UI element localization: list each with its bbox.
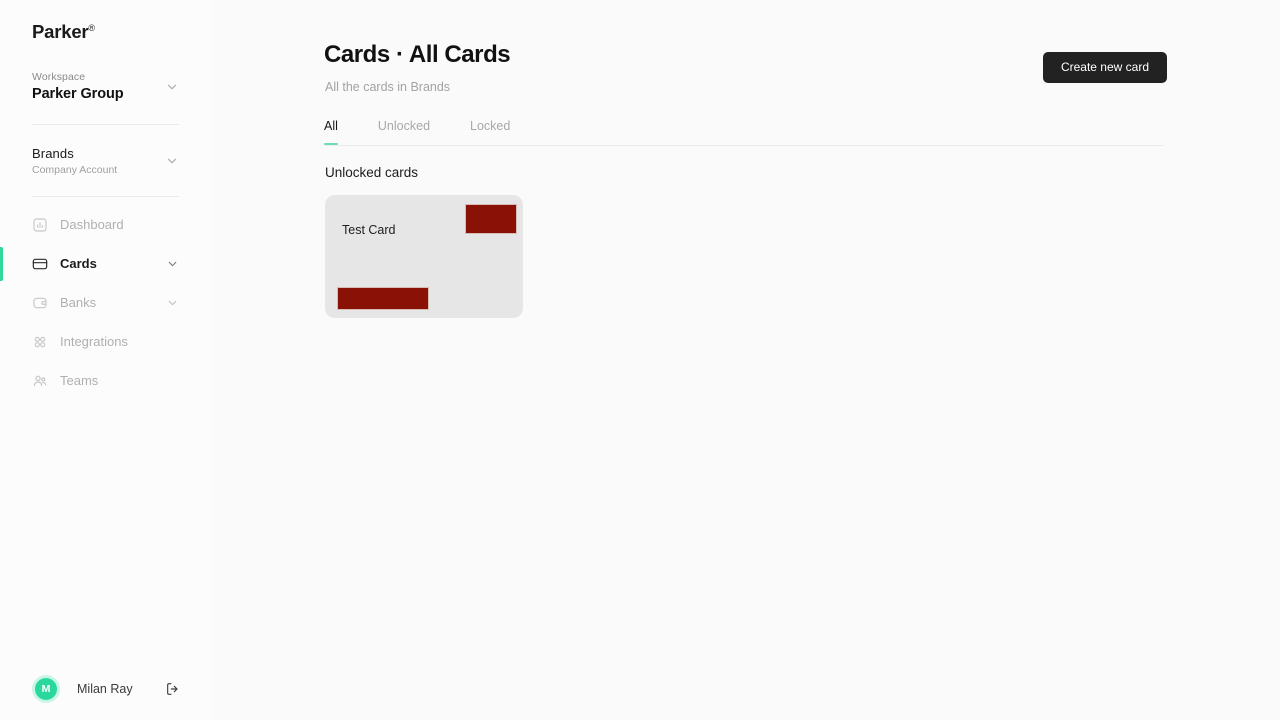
- sidebar-item-label: Cards: [60, 256, 97, 271]
- sidebar-item-dashboard[interactable]: Dashboard: [0, 210, 212, 240]
- sidebar-divider: [32, 196, 179, 197]
- tab-locked[interactable]: Locked: [470, 118, 510, 144]
- sidebar-divider: [32, 124, 179, 125]
- sidebar-nav: Dashboard Cards Banks Integrations Teams: [0, 210, 212, 405]
- app-root: Parker® Workspace Parker Group Brands Co…: [0, 0, 1280, 720]
- card-name: Test Card: [342, 223, 396, 237]
- card-grid: Test Card: [325, 195, 523, 318]
- card-number-redacted: [337, 287, 429, 310]
- sidebar-item-teams[interactable]: Teams: [0, 366, 212, 396]
- chevron-down-icon: [165, 80, 179, 94]
- chevron-down-icon[interactable]: [166, 297, 179, 310]
- create-new-card-button[interactable]: Create new card: [1042, 52, 1167, 83]
- sidebar: Parker® Workspace Parker Group Brands Co…: [0, 0, 212, 720]
- avatar[interactable]: M: [32, 675, 60, 703]
- credit-card-icon: [32, 256, 48, 272]
- avatar-initial: M: [35, 678, 57, 700]
- sidebar-item-label: Teams: [60, 373, 99, 388]
- card-brand-mark-redacted: [465, 204, 517, 234]
- workspace-label: Workspace: [32, 71, 86, 83]
- active-indicator: [0, 247, 3, 281]
- registered-trademark-icon: ®: [88, 22, 95, 33]
- sidebar-item-banks[interactable]: Banks: [0, 288, 212, 318]
- page-title: Cards · All Cards: [324, 41, 511, 68]
- logout-icon[interactable]: [165, 681, 181, 697]
- card-filter-tabs: All Unlocked Locked: [324, 118, 1164, 146]
- users-icon: [32, 373, 48, 389]
- brand-switcher[interactable]: Brands Company Account: [32, 145, 179, 177]
- brand-logo[interactable]: Parker®: [32, 21, 95, 43]
- user-name: Milan Ray: [77, 682, 133, 696]
- card-tile[interactable]: Test Card: [325, 195, 523, 318]
- workspace-value: Parker Group: [32, 86, 124, 102]
- tab-unlocked[interactable]: Unlocked: [378, 118, 430, 144]
- sidebar-item-integrations[interactable]: Integrations: [0, 327, 212, 357]
- sidebar-item-label: Banks: [60, 295, 97, 310]
- brand-logo-text: Parker: [32, 21, 89, 42]
- brand-switcher-label: Brands: [32, 146, 74, 161]
- sidebar-item-label: Integrations: [60, 334, 128, 349]
- user-footer: M Milan Ray: [0, 675, 212, 703]
- chevron-down-icon: [165, 154, 179, 168]
- workspace-switcher[interactable]: Workspace Parker Group: [32, 70, 179, 104]
- grid-icon: [32, 334, 48, 350]
- sidebar-item-label: Dashboard: [60, 217, 124, 232]
- tab-all[interactable]: All: [324, 118, 338, 145]
- section-title-unlocked-cards: Unlocked cards: [325, 165, 419, 180]
- dashboard-icon: [32, 217, 48, 233]
- main-content: Cards · All Cards All the cards in Brand…: [212, 0, 1280, 720]
- brand-switcher-sublabel: Company Account: [32, 164, 118, 176]
- wallet-icon: [32, 295, 48, 311]
- sidebar-item-cards[interactable]: Cards: [0, 247, 212, 281]
- chevron-down-icon[interactable]: [166, 258, 179, 271]
- page-subtitle: All the cards in Brands: [325, 80, 451, 94]
